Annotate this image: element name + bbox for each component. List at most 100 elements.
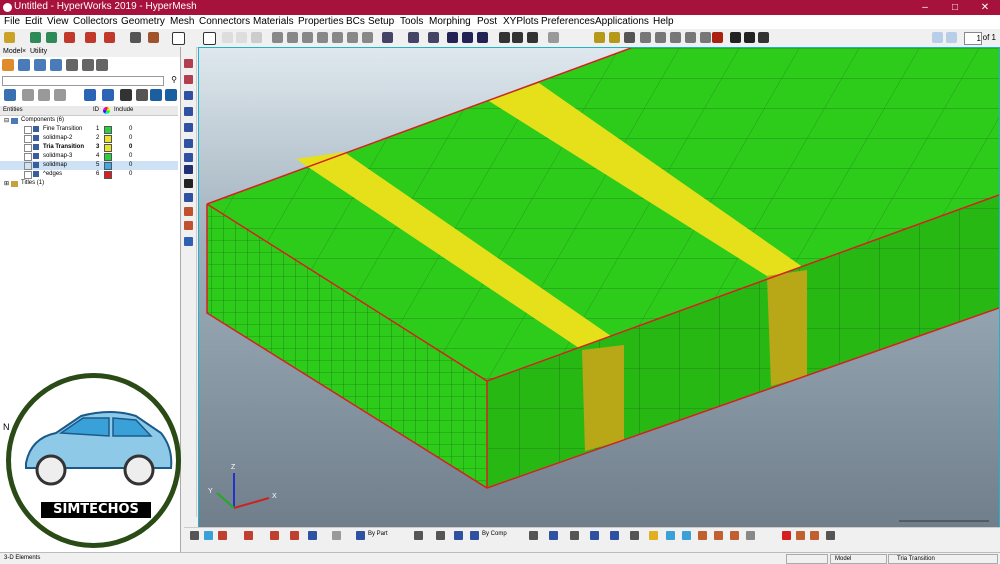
entity-state-icon[interactable] [82,59,94,71]
cube-view-6-icon[interactable] [712,32,723,43]
tool-e-icon[interactable] [730,531,739,540]
frame-icon[interactable] [203,32,216,45]
shading-icon[interactable] [414,531,423,540]
zoom-icon[interactable] [287,32,298,43]
browser-cube-icon[interactable] [4,89,16,101]
vt-tool-4-icon[interactable] [184,107,193,116]
sigma-icon[interactable] [730,32,741,43]
tree-row-components[interactable]: ⊟ Components (6) [0,116,178,125]
undo-icon[interactable] [527,32,538,43]
menu-help[interactable]: Help [653,16,674,27]
browser-expand-icon[interactable] [22,89,34,101]
component-icon[interactable] [64,32,75,43]
mask-view-icon[interactable] [34,59,46,71]
view-front-icon[interactable] [290,531,299,540]
menu-materials[interactable]: Materials [253,16,294,27]
color-swatch[interactable] [104,162,112,170]
table-icon[interactable] [758,32,769,43]
mask-icon[interactable] [624,32,635,43]
by-part-icon[interactable] [356,531,365,540]
view-3d-icon[interactable] [308,531,317,540]
menu-connectors[interactable]: Connectors [199,16,250,27]
model-icon[interactable] [130,32,141,43]
menu-collectors[interactable]: Collectors [73,16,117,27]
tree-row-edges[interactable]: ^edges 6 0 [0,170,178,179]
page-back-icon[interactable] [932,32,943,43]
copy-icon[interactable] [222,32,233,43]
tree-row-titles[interactable]: ⊞ Titles (1) [0,179,178,188]
by-comp-icon[interactable] [470,531,479,540]
screen-icon[interactable] [630,531,639,540]
view-x-icon[interactable] [218,531,227,540]
solver-view-icon[interactable] [50,59,62,71]
tree-row-solidmap[interactable]: solidmap 5 0 [0,161,178,170]
menu-tools[interactable]: Tools [400,16,423,27]
vt-tool-12-icon[interactable] [184,221,193,230]
menu-applications[interactable]: Applications [595,16,649,27]
measure-icon[interactable] [594,32,605,43]
part-view-icon[interactable] [96,59,108,71]
plus-icon[interactable] [512,32,523,43]
vt-tool-8-icon[interactable] [184,165,193,174]
hand-icon[interactable] [317,32,328,43]
delete-icon[interactable] [782,531,791,540]
fit-icon[interactable] [362,32,373,43]
vt-tool-1-icon[interactable] [184,59,193,68]
menu-view[interactable]: View [47,16,69,27]
menu-preferences[interactable]: Preferences [541,16,595,27]
cube-view-2-icon[interactable] [655,32,666,43]
tab-model[interactable]: Model [3,48,22,55]
maximize-button[interactable]: □ [940,0,970,15]
view-hide-icon[interactable] [332,531,341,540]
tool-g-icon[interactable] [796,531,805,540]
by-part-select[interactable]: By Part [368,531,388,537]
display-icon[interactable] [408,32,419,43]
menu-xyplots[interactable]: XYPlots [503,16,539,27]
browser-hide-icon[interactable] [102,89,114,101]
new-window-icon[interactable] [172,32,185,45]
mesh-icon[interactable] [590,531,599,540]
menu-post[interactable]: Post [477,16,497,27]
export-icon[interactable] [46,32,57,43]
cube-view-4-icon[interactable] [685,32,696,43]
menu-setup[interactable]: Setup [368,16,394,27]
ruler-icon[interactable] [609,32,620,43]
tree-row-solidmap-2[interactable]: solidmap-2 2 0 [0,134,178,143]
component-view-icon[interactable] [18,59,30,71]
normal-icon[interactable] [610,531,619,540]
tree-row-fine-transition[interactable]: Fine Transition 1 0 [0,125,178,134]
sigma-1-icon[interactable] [744,32,755,43]
folder-icon[interactable] [148,32,159,43]
arrow-left-icon[interactable] [447,32,458,43]
model-view-icon[interactable] [2,59,14,71]
paste-icon[interactable] [236,32,247,43]
tool-h-icon[interactable] [810,531,819,540]
graphics-viewport[interactable]: Z X Y [198,47,1000,529]
zoom-tool-icon[interactable] [190,531,199,540]
element-shade-icon[interactable] [549,531,558,540]
by-comp-select[interactable]: By Comp [482,531,507,537]
menu-geometry[interactable]: Geometry [121,16,165,27]
collapse-icon[interactable]: ⊟ [4,117,9,124]
vt-tool-13-icon[interactable] [184,237,193,246]
tool-a-icon[interactable] [666,531,675,540]
open-icon[interactable] [4,32,15,43]
wireframe-icon[interactable] [436,531,445,540]
cube-view-1-icon[interactable] [640,32,651,43]
assembly-icon[interactable] [85,32,96,43]
cube-view-5-icon[interactable] [700,32,711,43]
arrow-right-icon[interactable] [462,32,473,43]
search-icon[interactable]: ⚲ [171,75,177,84]
redo-icon[interactable] [548,32,559,43]
cube-view-3-icon[interactable] [670,32,681,43]
vt-tool-10-icon[interactable] [184,193,193,202]
vt-tool-11-icon[interactable] [184,207,193,216]
page-input[interactable]: 1 [964,32,982,45]
tool-i-icon[interactable] [826,531,835,540]
menu-bcs[interactable]: BCs [346,16,365,27]
menu-edit[interactable]: Edit [25,16,42,27]
color-swatch[interactable] [104,126,112,134]
include-view-icon[interactable] [66,59,78,71]
tab-close-icon[interactable]: × [22,48,26,55]
zoom-window-icon[interactable] [272,32,283,43]
